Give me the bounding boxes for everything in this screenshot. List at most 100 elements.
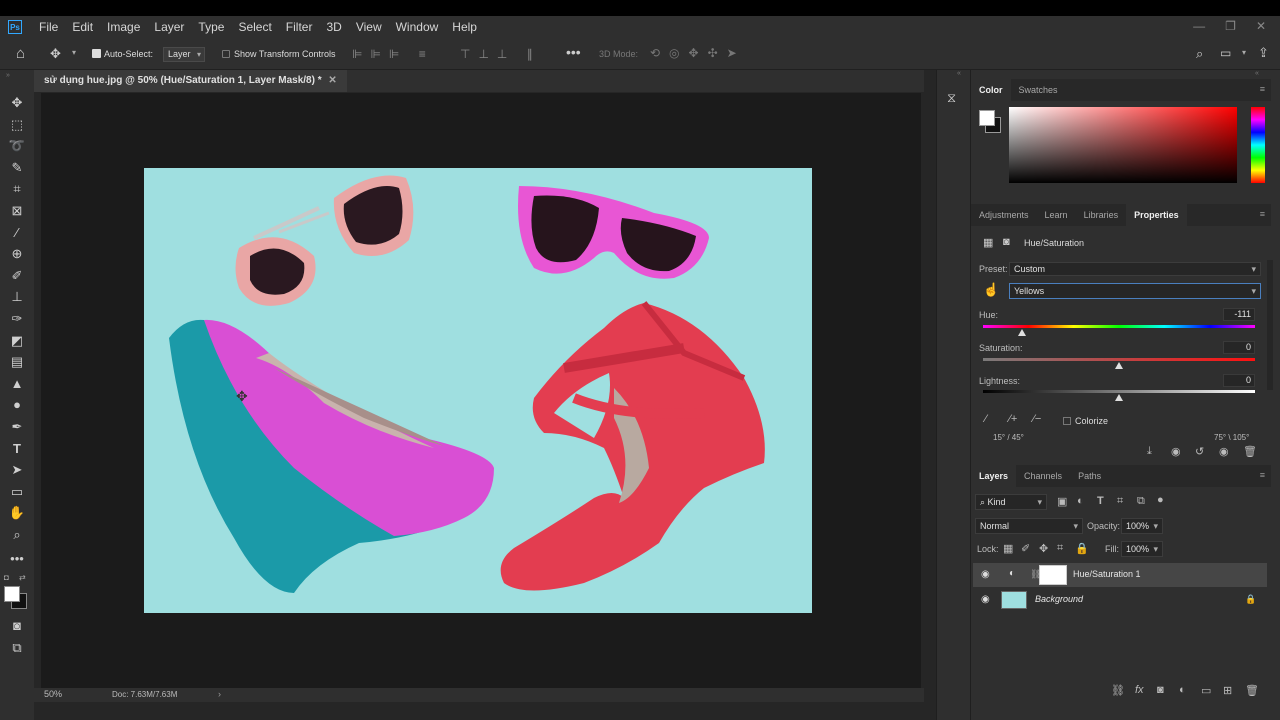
lock-image-icon[interactable]: ✐ [1021, 542, 1030, 555]
home-icon[interactable]: ⌂ [16, 45, 25, 62]
delete-layer-icon[interactable]: 🗑 [1245, 684, 1259, 697]
tool-preset-chevron-icon[interactable]: ▾ [72, 48, 76, 57]
filter-toggle-icon[interactable]: ● [1157, 494, 1164, 506]
workspace-icon[interactable]: ▭ [1220, 46, 1231, 60]
hue-slider-thumb[interactable] [1018, 329, 1026, 336]
visibility-icon[interactable]: ◉ [1219, 445, 1229, 458]
mask-icon[interactable]: ◙ [1003, 236, 1010, 248]
history-brush-tool-icon[interactable]: ✑ [7, 310, 27, 328]
minimize-icon[interactable]: — [1193, 19, 1205, 33]
path-selection-tool-icon[interactable]: ➤ [7, 461, 27, 479]
preset-dropdown[interactable]: Custom ▾ [1009, 262, 1261, 276]
clone-stamp-tool-icon[interactable]: ⊥ [7, 288, 27, 306]
hue-slider-track[interactable] [983, 325, 1255, 328]
move-tool-icon[interactable]: ✥ [7, 94, 27, 112]
hand-tool-icon[interactable]: ✋ [7, 504, 27, 522]
menu-window[interactable]: Window [389, 20, 446, 34]
tab-libraries[interactable]: Libraries [1076, 204, 1127, 226]
saturation-input[interactable]: 0 [1223, 341, 1255, 354]
eyedropper-minus-icon[interactable]: ⁄− [1033, 413, 1041, 425]
lock-all-icon[interactable]: 🔒 [1075, 542, 1089, 555]
distribute-icons[interactable]: ⊤⊥⊥ ∥ [460, 47, 541, 61]
auto-select-checkbox[interactable] [92, 49, 101, 58]
blend-mode-dropdown[interactable]: Normal ▾ [975, 518, 1083, 534]
collapse-dock-icon[interactable]: « [957, 70, 961, 77]
filter-type-icon[interactable]: T [1097, 495, 1104, 507]
menu-select[interactable]: Select [231, 20, 278, 34]
menu-view[interactable]: View [349, 20, 389, 34]
default-colors-icon[interactable]: ◘ [4, 573, 9, 582]
collapse-panels-icon[interactable]: « [1255, 70, 1259, 77]
opacity-input[interactable]: 100% ▾ [1121, 518, 1163, 534]
quick-select-tool-icon[interactable]: ✎ [7, 159, 27, 177]
rectangle-tool-icon[interactable]: ▭ [7, 483, 27, 501]
properties-scrollbar[interactable] [1267, 260, 1273, 390]
layer-mask-thumbnail[interactable] [1039, 565, 1067, 585]
type-tool-icon[interactable]: T [7, 440, 27, 458]
lock-artboard-icon[interactable]: ⌗ [1057, 542, 1063, 555]
menu-type[interactable]: Type [191, 20, 231, 34]
add-mask-icon[interactable]: ◙ [1157, 684, 1164, 696]
history-panel-icon[interactable]: ⧖ [947, 90, 956, 106]
menu-layer[interactable]: Layer [147, 20, 191, 34]
search-icon[interactable]: ⌕ [1196, 46, 1203, 62]
menu-help[interactable]: Help [445, 20, 484, 34]
filter-smart-object-icon[interactable]: ⧉ [1137, 495, 1145, 508]
workspace-chevron-icon[interactable]: ▾ [1242, 48, 1246, 57]
swap-colors-icon[interactable]: ⇄ [19, 573, 26, 582]
tab-layers[interactable]: Layers [971, 465, 1017, 487]
menu-3d[interactable]: 3D [319, 20, 348, 34]
new-group-icon[interactable]: ▭ [1201, 684, 1211, 697]
foreground-color-swatch[interactable] [4, 586, 20, 602]
show-transform-checkbox[interactable] [222, 50, 230, 58]
color-fg-swatch[interactable] [979, 110, 995, 126]
blur-tool-icon[interactable]: ▲ [7, 375, 27, 393]
eyedropper-icon[interactable]: ⁄ [985, 413, 987, 425]
menu-edit[interactable]: Edit [65, 20, 100, 34]
panel-menu-icon[interactable]: ≡ [1260, 470, 1265, 480]
filter-pixel-icon[interactable]: ▣ [1057, 495, 1067, 508]
background-thumbnail[interactable] [1001, 591, 1027, 609]
clip-to-layer-icon[interactable]: ⤓ [1147, 445, 1152, 458]
tab-learn[interactable]: Learn [1037, 204, 1076, 226]
3d-mode-icons[interactable]: ⟲◎✥✣➤ [650, 46, 746, 60]
eye-icon[interactable]: ◉ [981, 594, 990, 605]
share-icon[interactable]: ⇪ [1258, 45, 1269, 61]
lock-position-icon[interactable]: ✥ [1039, 542, 1048, 555]
new-adjustment-icon[interactable]: ◐ [1179, 684, 1186, 696]
lock-transparent-icon[interactable]: ▦ [1003, 542, 1013, 555]
screen-mode-icon[interactable]: ⧉ [7, 639, 27, 657]
crop-tool-icon[interactable]: ⌗ [7, 180, 27, 198]
eyedropper-plus-icon[interactable]: ⁄+ [1009, 413, 1017, 425]
tab-channels[interactable]: Channels [1016, 465, 1070, 487]
layer-row-background[interactable]: ◉ Background 🔒 [973, 588, 1267, 612]
eraser-tool-icon[interactable]: ◩ [7, 332, 27, 350]
hue-spectrum-bar[interactable] [1251, 107, 1265, 183]
channel-dropdown[interactable]: Yellows ▾ [1009, 283, 1261, 299]
gradient-tool-icon[interactable]: ▤ [7, 353, 27, 371]
reset-icon[interactable]: ↺ [1195, 445, 1204, 458]
auto-select-dropdown[interactable]: Layer ▾ [163, 47, 205, 62]
eyedropper-tool-icon[interactable]: ⁄ [7, 224, 27, 242]
healing-brush-tool-icon[interactable]: ⊕ [7, 245, 27, 263]
brush-tool-icon[interactable]: ✐ [7, 267, 27, 285]
panel-menu-icon[interactable]: ≡ [1260, 84, 1265, 94]
collapse-toolbar-icon[interactable]: » [6, 72, 10, 79]
lightness-input[interactable]: 0 [1223, 374, 1255, 387]
view-previous-icon[interactable]: ◉ [1171, 445, 1181, 458]
menu-file[interactable]: File [32, 20, 65, 34]
color-spectrum-field[interactable] [1009, 107, 1237, 183]
status-arrow-icon[interactable]: › [218, 689, 221, 699]
restore-icon[interactable]: ❐ [1225, 19, 1236, 33]
link-layers-icon[interactable]: ⛓ [1111, 684, 1125, 697]
quick-mask-icon[interactable]: ◙ [7, 617, 27, 635]
lightness-slider-track[interactable] [983, 390, 1255, 393]
tab-paths[interactable]: Paths [1070, 465, 1109, 487]
menu-image[interactable]: Image [100, 20, 147, 34]
pen-tool-icon[interactable]: ✒ [7, 418, 27, 436]
tab-swatches[interactable]: Swatches [1011, 79, 1066, 101]
filter-kind-dropdown[interactable]: ⌕ Kind ▾ [975, 494, 1047, 510]
align-icons[interactable]: ⊫⊫⊫ ≡ [352, 47, 434, 61]
saturation-slider-thumb[interactable] [1115, 362, 1123, 369]
saturation-slider-track[interactable] [983, 358, 1255, 361]
